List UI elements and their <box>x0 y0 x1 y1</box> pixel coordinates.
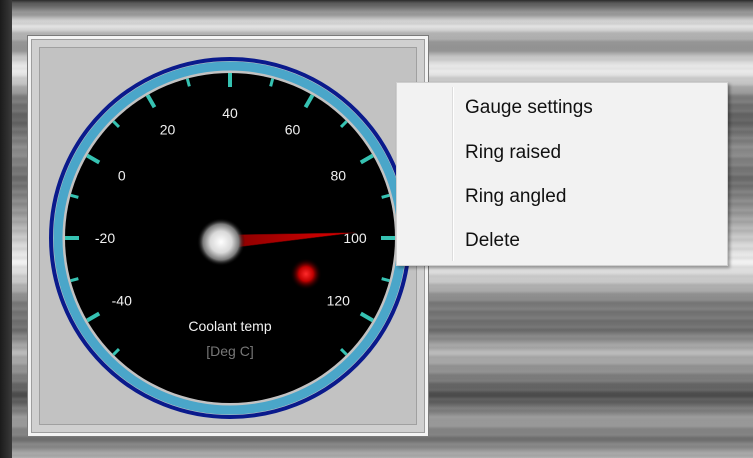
gauge-title: Coolant temp <box>188 318 271 334</box>
window-edge <box>0 0 12 458</box>
menu-item-ring-angled[interactable]: Ring angled <box>401 182 723 212</box>
gauge-panel: -40 -20 0 20 40 60 80 100 120 Coolant temp [Deg … <box>39 47 417 425</box>
context-menu: Gauge settings Ring raised Ring angled D… <box>396 82 728 266</box>
gauge-widget[interactable]: -40 -20 0 20 40 60 80 100 120 Coolant temp [Deg … <box>28 36 428 436</box>
warning-led <box>290 258 322 290</box>
gauge-tick <box>381 193 390 199</box>
gauge-hub <box>197 218 245 266</box>
gauge-scale-label: 120 <box>327 293 351 309</box>
menu-item-ring-raised[interactable]: Ring raised <box>401 138 723 168</box>
gauge-scale-label: 40 <box>222 105 238 121</box>
gauge-tick <box>70 193 79 199</box>
gauge-scale-label: 100 <box>343 230 367 246</box>
gauge-dial: -40 -20 0 20 40 60 80 100 120 Coolant temp [Deg … <box>49 57 411 419</box>
gauge-scale-label: -40 <box>112 293 132 309</box>
gauge-tick <box>269 78 275 87</box>
menu-item-delete[interactable]: Delete <box>401 226 723 256</box>
gauge-unit: [Deg C] <box>206 343 253 359</box>
gauge-tick <box>381 277 390 283</box>
menu-item-gauge-settings[interactable]: Gauge settings <box>401 93 723 123</box>
gauge-scale-label: 60 <box>285 122 301 138</box>
gauge-scale-label: -20 <box>95 230 115 246</box>
gauge-scale-label: 80 <box>330 168 346 184</box>
gauge-scale-label: 0 <box>118 168 126 184</box>
gauge-tick <box>185 78 191 87</box>
gauge-tick <box>70 277 79 283</box>
gauge-scale-label: 20 <box>160 122 176 138</box>
